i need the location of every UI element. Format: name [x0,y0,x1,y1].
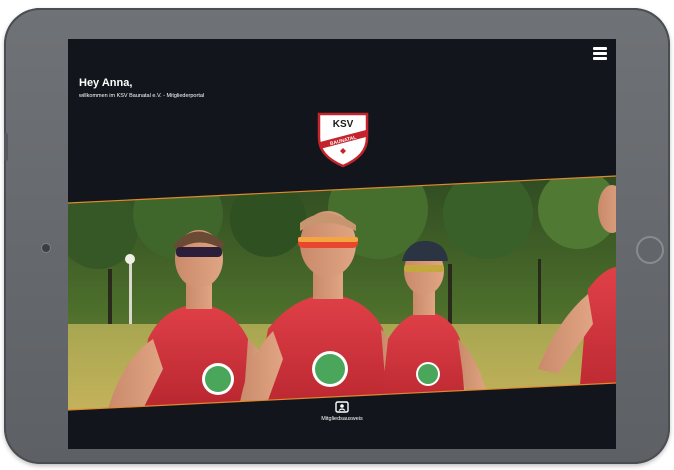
logo-text-top: KSV [333,119,354,130]
app-screen: Hey Anna, willkommen im KSV Baunatal e.V… [68,39,616,449]
tablet-home-button[interactable] [636,236,664,264]
club-logo: KSV BAUNATAL [317,112,369,168]
bottom-navigation: Mitgliedsausweis [68,389,616,449]
tablet-side-button [4,133,8,161]
nav-item-label: Mitgliedsausweis [321,416,363,422]
hamburger-menu-icon[interactable] [593,47,607,61]
welcome-text: willkommen im KSV Baunatal e.V. - Mitgli… [79,93,205,99]
hero-photo [68,175,616,411]
tablet-camera [42,244,50,252]
nav-item-member-card[interactable]: Mitgliedsausweis [300,401,384,422]
member-card-icon [335,401,349,413]
greeting-heading: Hey Anna, [79,77,133,89]
